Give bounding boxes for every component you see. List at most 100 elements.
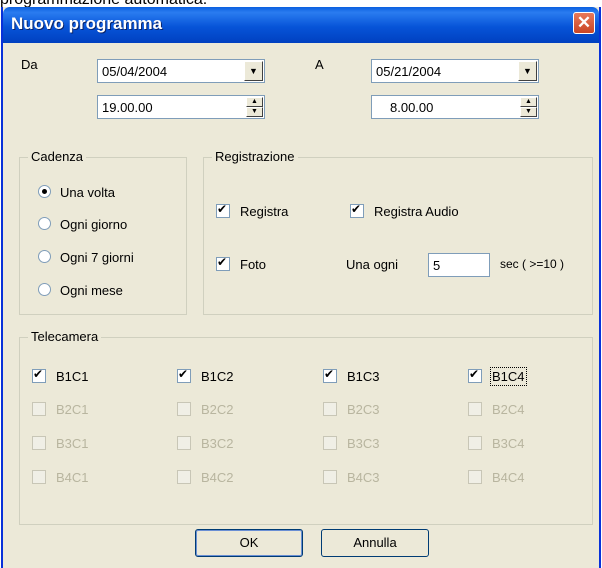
checkbox-checked-icon bbox=[216, 255, 230, 271]
checkbox-checked-icon bbox=[216, 202, 230, 218]
camera-checkbox-b2c3: B2C3 bbox=[323, 402, 380, 417]
checkbox-icon bbox=[177, 470, 191, 484]
camera-checkbox-b2c2: B2C2 bbox=[177, 402, 234, 417]
close-button[interactable]: ✕ bbox=[573, 12, 595, 34]
camera-checkbox-b4c4: B4C4 bbox=[468, 470, 525, 485]
radio-label: Ogni mese bbox=[60, 283, 123, 298]
registrazione-legend: Registrazione bbox=[212, 149, 298, 164]
interval-value: 5 bbox=[433, 258, 441, 273]
checkbox-icon bbox=[32, 402, 46, 416]
checkbox-label: B3C3 bbox=[347, 436, 380, 451]
checkbox-icon bbox=[323, 470, 337, 484]
camera-checkbox-b2c1: B2C1 bbox=[32, 402, 89, 417]
checkbox-label: B3C1 bbox=[56, 436, 89, 451]
title-bar[interactable]: Nuovo programma ✕ bbox=[3, 7, 599, 43]
checkbox-icon bbox=[177, 436, 191, 450]
checkbox-icon bbox=[468, 402, 482, 416]
radio-una-volta[interactable]: Una volta bbox=[38, 185, 115, 200]
to-date-combo[interactable]: 05/21/2004 ▼ bbox=[371, 59, 539, 83]
checkbox-label: B2C1 bbox=[56, 402, 89, 417]
telecamera-group: Telecamera B1C1 B1C2 B1C3 B1C4 B2C1 B2C2… bbox=[19, 329, 593, 525]
checkbox-label: B2C3 bbox=[347, 402, 380, 417]
from-date-combo[interactable]: 05/04/2004 ▼ bbox=[97, 59, 265, 83]
camera-checkbox-b3c2: B3C2 bbox=[177, 436, 234, 451]
checkbox-label: B4C1 bbox=[56, 470, 89, 485]
cadenza-group: Cadenza Una volta Ogni giorno Ogni 7 gio… bbox=[19, 149, 187, 315]
una-ogni-label: Una ogni bbox=[346, 257, 399, 272]
radio-ogni-7-giorni[interactable]: Ogni 7 giorni bbox=[38, 250, 134, 265]
spin-down-icon[interactable]: ▼ bbox=[246, 107, 263, 117]
spin-up-icon[interactable]: ▲ bbox=[520, 97, 537, 107]
radio-icon bbox=[38, 250, 51, 263]
to-time-value: 8.00.00 bbox=[390, 100, 434, 115]
checkbox-checked-icon bbox=[323, 367, 337, 383]
from-time-spinner[interactable]: 19.00.00 ▲ ▼ bbox=[97, 95, 265, 119]
checkbox-label: Registra Audio bbox=[374, 204, 459, 219]
checkbox-label: B4C2 bbox=[201, 470, 234, 485]
camera-checkbox-b1c2[interactable]: B1C2 bbox=[177, 367, 234, 384]
camera-checkbox-b4c2: B4C2 bbox=[177, 470, 234, 485]
checkbox-label: Registra bbox=[240, 204, 289, 219]
radio-label: Ogni 7 giorni bbox=[60, 250, 134, 265]
checkbox-label: B1C3 bbox=[347, 369, 380, 384]
dialog-title: Nuovo programma bbox=[11, 14, 163, 33]
interval-input[interactable]: 5 bbox=[428, 253, 490, 277]
radio-ogni-mese[interactable]: Ogni mese bbox=[38, 283, 123, 298]
foto-checkbox[interactable]: Foto bbox=[216, 255, 266, 272]
radio-label: Ogni giorno bbox=[60, 217, 128, 232]
spin-up-icon[interactable]: ▲ bbox=[246, 97, 263, 107]
camera-checkbox-b1c1[interactable]: B1C1 bbox=[32, 367, 89, 384]
checkbox-checked-icon bbox=[32, 367, 46, 383]
to-label: A bbox=[315, 57, 324, 72]
camera-checkbox-b4c1: B4C1 bbox=[32, 470, 89, 485]
to-time-spinner[interactable]: 8.00.00 ▲ ▼ bbox=[371, 95, 539, 119]
from-label: Da bbox=[21, 57, 38, 72]
checkbox-icon bbox=[32, 470, 46, 484]
checkbox-icon bbox=[323, 402, 337, 416]
chevron-down-icon[interactable]: ▼ bbox=[244, 61, 263, 81]
checkbox-label: B2C2 bbox=[201, 402, 234, 417]
radio-label: Una volta bbox=[60, 185, 115, 200]
camera-checkbox-b3c4: B3C4 bbox=[468, 436, 525, 451]
radio-icon bbox=[38, 217, 51, 230]
close-icon: ✕ bbox=[576, 13, 592, 32]
camera-checkbox-b3c1: B3C1 bbox=[32, 436, 89, 451]
telecamera-legend: Telecamera bbox=[28, 329, 102, 344]
camera-checkbox-b2c4: B2C4 bbox=[468, 402, 525, 417]
camera-checkbox-b4c3: B4C3 bbox=[323, 470, 380, 485]
registra-audio-checkbox[interactable]: Registra Audio bbox=[350, 202, 459, 219]
registrazione-group: Registrazione Registra Registra Audio Fo… bbox=[203, 149, 593, 315]
cancel-button[interactable]: Annulla bbox=[321, 529, 429, 557]
checkbox-label: B2C4 bbox=[492, 402, 525, 417]
checkbox-icon bbox=[468, 436, 482, 450]
checkbox-checked-icon bbox=[468, 367, 482, 383]
registra-checkbox[interactable]: Registra bbox=[216, 202, 289, 219]
checkbox-label: B1C4 bbox=[490, 367, 527, 386]
spin-down-icon[interactable]: ▼ bbox=[520, 107, 537, 117]
checkbox-icon bbox=[32, 436, 46, 450]
from-time-value: 19.00.00 bbox=[102, 100, 153, 115]
chevron-down-icon[interactable]: ▼ bbox=[518, 61, 537, 81]
checkbox-checked-icon bbox=[177, 367, 191, 383]
camera-checkbox-b3c3: B3C3 bbox=[323, 436, 380, 451]
checkbox-label: B3C4 bbox=[492, 436, 525, 451]
camera-checkbox-b1c3[interactable]: B1C3 bbox=[323, 367, 380, 384]
checkbox-label: B3C2 bbox=[201, 436, 234, 451]
checkbox-label: B1C1 bbox=[56, 369, 89, 384]
radio-icon bbox=[38, 283, 51, 296]
to-date-value: 05/21/2004 bbox=[376, 64, 442, 79]
dialog-window: Nuovo programma ✕ Da 05/04/2004 ▼ 19.00.… bbox=[1, 7, 601, 568]
ok-button[interactable]: OK bbox=[195, 529, 303, 557]
checkbox-label: B4C4 bbox=[492, 470, 525, 485]
camera-checkbox-b1c4[interactable]: B1C4 bbox=[468, 367, 527, 386]
from-date-value: 05/04/2004 bbox=[102, 64, 168, 79]
checkbox-icon bbox=[177, 402, 191, 416]
radio-ogni-giorno[interactable]: Ogni giorno bbox=[38, 217, 127, 232]
checkbox-label: B1C2 bbox=[201, 369, 234, 384]
checkbox-checked-icon bbox=[350, 202, 364, 218]
radio-selected-icon bbox=[38, 185, 51, 198]
sec-hint: sec ( >=10 ) bbox=[500, 257, 565, 271]
cadenza-legend: Cadenza bbox=[28, 149, 87, 164]
checkbox-label: B4C3 bbox=[347, 470, 380, 485]
checkbox-icon bbox=[468, 470, 482, 484]
